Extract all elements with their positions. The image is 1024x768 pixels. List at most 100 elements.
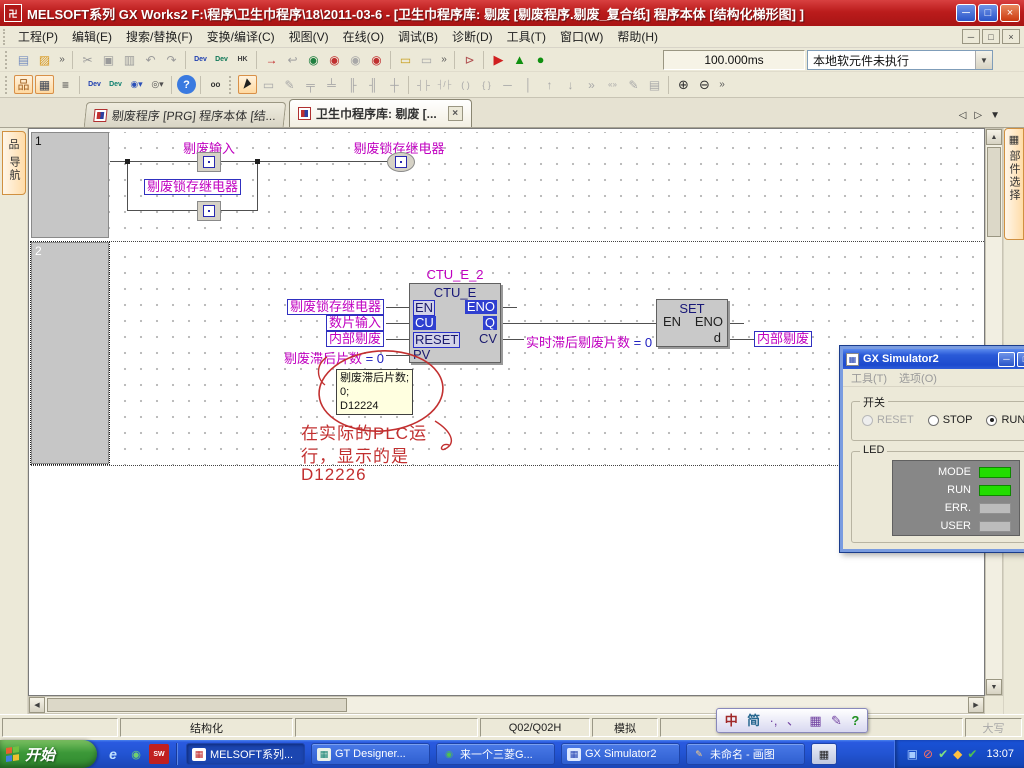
write-to-plc-icon[interactable]: → bbox=[262, 50, 281, 69]
simulation-start-icon[interactable]: ▶ bbox=[489, 50, 508, 69]
task-melsoft[interactable]: ▦ MELSOFT系列... bbox=[186, 743, 305, 765]
device-comment-icon[interactable]: ▭ bbox=[396, 50, 415, 69]
menu-online[interactable]: 在线(O) bbox=[336, 26, 391, 47]
simulator-menu-tools[interactable]: 工具(T) bbox=[851, 370, 887, 386]
ime-fullhalf-icon[interactable]: 、 bbox=[787, 714, 800, 727]
pin-cu[interactable]: CU bbox=[413, 316, 436, 330]
output-window-icon[interactable]: ≡ bbox=[56, 75, 75, 94]
open-project-icon[interactable]: ▨ bbox=[35, 50, 54, 69]
ime-lang-icon[interactable]: 中 bbox=[725, 714, 738, 727]
exec-status-combobox[interactable]: 本地软元件未执行 ▼ bbox=[807, 50, 993, 70]
menu-convert-compile[interactable]: 变换/编译(C) bbox=[200, 26, 282, 47]
device-comment-list-icon[interactable]: Dev bbox=[85, 75, 104, 94]
cut-icon[interactable]: ✂ bbox=[78, 50, 97, 69]
undo-icon[interactable]: ↶ bbox=[141, 50, 160, 69]
task-browser[interactable]: ◉ 来一个三菱G... bbox=[436, 743, 555, 765]
toolbar-overflow-icon[interactable]: » bbox=[56, 50, 68, 69]
tray-shield-warning-icon[interactable]: ◆ bbox=[953, 748, 962, 760]
pin-q[interactable]: Q bbox=[483, 316, 497, 330]
pen-edit-icon[interactable]: ✎ bbox=[280, 75, 299, 94]
delete-column-icon[interactable]: ╢ bbox=[364, 75, 383, 94]
horizontal-scroll-thumb[interactable] bbox=[47, 698, 347, 712]
label-icon[interactable]: «» bbox=[603, 75, 622, 94]
tab-list-dropdown-icon[interactable]: ▼ bbox=[990, 110, 1000, 121]
keyboard-layout-button[interactable]: ▦ bbox=[811, 743, 837, 765]
coil-symbol-icon[interactable]: ( ) bbox=[456, 75, 475, 94]
tray-agent-icon[interactable]: ✔ bbox=[938, 748, 948, 760]
ime-mode-icon[interactable]: 简 bbox=[747, 714, 760, 727]
simulator-title-bar[interactable]: ▦ GX Simulator2 ─ □ bbox=[843, 349, 1024, 369]
navigation-window-icon[interactable]: 品 bbox=[14, 75, 33, 94]
input-cu-label[interactable]: 数片输入 bbox=[326, 315, 384, 331]
element-selection-panel-tab[interactable]: ▦ 部件选择 bbox=[1004, 128, 1024, 240]
close-button[interactable]: × bbox=[1000, 4, 1020, 22]
closed-contact-icon[interactable]: ┤/├ bbox=[435, 75, 454, 94]
tab-scroll-right-icon[interactable]: ▷ bbox=[974, 110, 982, 121]
scroll-left-icon[interactable]: ◀ bbox=[29, 697, 45, 713]
mdi-close-button[interactable]: × bbox=[1002, 29, 1020, 44]
set-output-label[interactable]: 内部剔废 bbox=[754, 331, 812, 347]
menu-find-replace[interactable]: 搜索/替换(F) bbox=[119, 26, 200, 47]
menu-edit[interactable]: 编辑(E) bbox=[65, 26, 119, 47]
radio-run[interactable]: RUN bbox=[986, 414, 1024, 426]
task-gx-simulator[interactable]: ▦ GX Simulator2 bbox=[561, 743, 680, 765]
tab-library-active[interactable]: 卫生巾程序库: 剔废 [... × bbox=[289, 99, 472, 127]
device-comment-search-icon[interactable]: Dev bbox=[191, 50, 210, 69]
help-icon[interactable]: ? bbox=[177, 75, 196, 94]
scroll-right-icon[interactable]: ▶ bbox=[968, 697, 984, 713]
radio-reset[interactable]: RESET bbox=[862, 414, 914, 426]
tab-program-body[interactable]: 剔废程序 [PRG] 程序本体 [结... bbox=[84, 102, 287, 127]
insert-column-icon[interactable]: ╟ bbox=[343, 75, 362, 94]
simulation-info-icon[interactable]: ● bbox=[531, 50, 550, 69]
paste-icon[interactable]: ▥ bbox=[120, 50, 139, 69]
gx-simulator2-window[interactable]: ▦ GX Simulator2 ─ □ 工具(T) 选项(O) 开关 RESET… bbox=[840, 346, 1024, 552]
simulation-warning-icon[interactable]: ▲ bbox=[510, 50, 529, 69]
monitor-pause-icon[interactable]: ◉ bbox=[346, 50, 365, 69]
device-display-icon[interactable]: ◉▾ bbox=[127, 75, 146, 94]
rising-pulse-icon[interactable]: ↑ bbox=[540, 75, 559, 94]
device-search-icon[interactable]: ◎▾ bbox=[148, 75, 167, 94]
ime-tools-icon[interactable]: ✎ bbox=[831, 714, 842, 727]
open-contact-icon[interactable]: ┤├ bbox=[414, 75, 433, 94]
tray-antivirus-icon[interactable]: ✔ bbox=[967, 748, 977, 760]
input-reset-label[interactable]: 内部剔废 bbox=[326, 331, 384, 347]
interlock-icon[interactable]: ▭ bbox=[259, 75, 278, 94]
zoom-out-icon[interactable]: ⊖ bbox=[695, 75, 714, 94]
new-project-icon[interactable]: ▤ bbox=[14, 50, 33, 69]
ime-help-icon[interactable]: ? bbox=[851, 714, 859, 727]
menu-diagnostics[interactable]: 诊断(D) bbox=[445, 26, 500, 47]
find-icon[interactable]: oo bbox=[206, 75, 225, 94]
element-selection-window-icon[interactable]: ▦ bbox=[35, 75, 54, 94]
ladder-monitor-icon[interactable]: ⊳ bbox=[460, 50, 479, 69]
menu-view[interactable]: 视图(V) bbox=[282, 26, 336, 47]
quicklaunch-ie-icon[interactable]: e bbox=[103, 744, 123, 764]
list-edit-icon[interactable]: ▤ bbox=[645, 75, 664, 94]
instruction-icon[interactable]: { } bbox=[477, 75, 496, 94]
menu-project[interactable]: 工程(P) bbox=[11, 26, 65, 47]
edit-wire-icon[interactable]: ┼ bbox=[385, 75, 404, 94]
tab-scroll-left-icon[interactable]: ◁ bbox=[959, 110, 967, 121]
set-function-block[interactable]: SET EN ENO d bbox=[656, 299, 728, 347]
combo-dropdown-icon[interactable]: ▼ bbox=[975, 51, 992, 69]
radio-stop[interactable]: STOP bbox=[928, 414, 973, 426]
menu-window[interactable]: 窗口(W) bbox=[553, 26, 610, 47]
fb-instance-name[interactable]: CTU_E_2 bbox=[409, 267, 501, 282]
input-en-label[interactable]: 剔废锁存继电器 bbox=[287, 299, 384, 315]
scroll-down-icon[interactable]: ▼ bbox=[986, 679, 1002, 695]
falling-pulse-icon[interactable]: ↓ bbox=[561, 75, 580, 94]
branch-contact-label[interactable]: 剔废锁存继电器 bbox=[144, 179, 241, 195]
mdi-minimize-button[interactable]: ─ bbox=[962, 29, 980, 44]
quicklaunch-solidworks-icon[interactable]: SW bbox=[149, 744, 169, 764]
coil-latch-relay[interactable] bbox=[387, 152, 415, 172]
task-paint[interactable]: ✎ 未命名 - 画图 bbox=[686, 743, 805, 765]
simulator-menu-options[interactable]: 选项(O) bbox=[899, 370, 937, 386]
select-mode-icon[interactable] bbox=[238, 75, 257, 94]
start-button[interactable]: 开始 bbox=[0, 740, 97, 768]
toolbar-overflow2-icon[interactable]: » bbox=[438, 50, 450, 69]
monitor-test-icon[interactable]: ◉ bbox=[367, 50, 386, 69]
device-batch-icon[interactable]: HK bbox=[233, 50, 252, 69]
tray-disconnected-icon[interactable]: ⊘ bbox=[923, 748, 933, 760]
tray-display-icon[interactable]: ▣ bbox=[907, 748, 918, 760]
pin-en[interactable]: EN bbox=[413, 300, 435, 316]
jump-icon[interactable]: » bbox=[582, 75, 601, 94]
